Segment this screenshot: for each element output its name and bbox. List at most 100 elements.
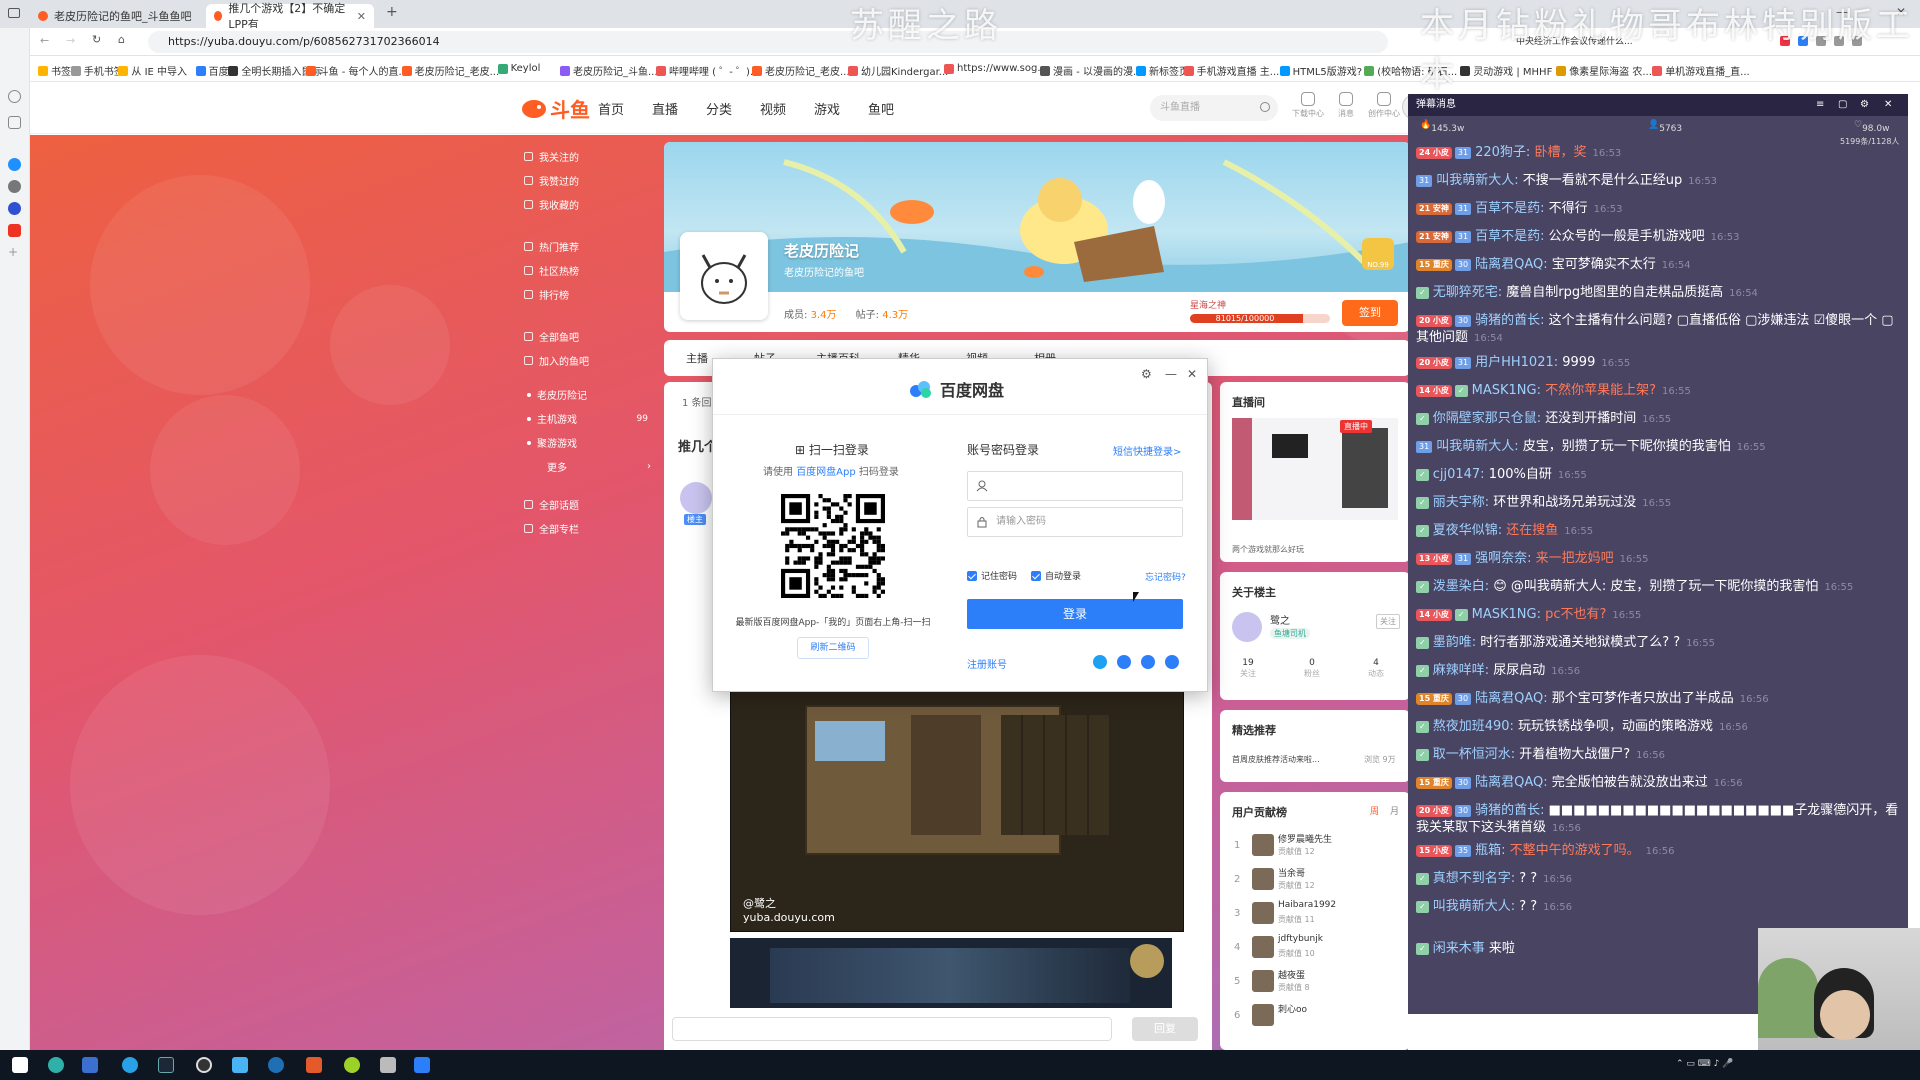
chat-username[interactable]: 闲来木事 — [1433, 941, 1485, 956]
chat-username[interactable]: 泼墨染白: — [1433, 579, 1489, 594]
bookmark-item[interactable]: 单机游戏直播_直... — [1652, 63, 1750, 78]
nav-live[interactable]: 直播 — [652, 99, 678, 118]
chat-username[interactable]: 丽夫宇称: — [1433, 495, 1489, 510]
bookmark-item[interactable]: 像素星际海盗 农... — [1556, 63, 1652, 78]
minimize-window-button[interactable]: — — [1836, 5, 1848, 19]
edge-icon[interactable] — [48, 1057, 64, 1073]
chat-username[interactable]: 百草不是药: — [1475, 229, 1544, 244]
bookmark-item[interactable]: 漫画 - 以漫画的漫... — [1040, 63, 1143, 78]
site-search-input[interactable]: 斗鱼直播 — [1150, 95, 1278, 121]
refresh-qr-button[interactable]: 刷新二维码 — [797, 637, 869, 659]
weibo-login-icon[interactable] — [1117, 655, 1131, 669]
chat-username[interactable]: 你隔壁家那只仓鼠: — [1433, 411, 1541, 426]
nav-sub-laopi[interactable]: 老皮历险记 — [524, 387, 587, 402]
more-login-icon[interactable] — [1165, 655, 1179, 669]
url-input[interactable]: https://yuba.douyu.com/p/608562731702366… — [148, 31, 1388, 53]
bookmark-item[interactable]: 哔哩哔哩 ( ゜- ゜)... — [656, 63, 759, 78]
auto-login-checkbox[interactable]: 自动登录 — [1031, 569, 1081, 582]
creator-center[interactable]: 创作中心 — [1368, 92, 1400, 119]
login-button[interactable]: 登录 — [967, 599, 1183, 629]
contributor-row[interactable]: 6 刺心oo — [1232, 1002, 1402, 1032]
add-icon[interactable]: + — [8, 246, 21, 259]
bookmark-item[interactable]: 老皮历险记_斗鱼... — [560, 63, 658, 78]
contrib-tab-week[interactable]: 周 — [1370, 804, 1379, 817]
bookmark-item[interactable]: (校哈物语: 矿石... — [1364, 63, 1457, 78]
bookmark-item[interactable]: 手机书签 — [70, 63, 124, 78]
nav-all-topics[interactable]: 全部话题 — [524, 497, 579, 512]
baidu-netdisk-taskbar-icon[interactable] — [414, 1057, 430, 1073]
game-screenshot-2[interactable] — [730, 938, 1172, 1008]
bookmark-item[interactable]: https://www.sog... — [944, 63, 1047, 74]
nav-more[interactable]: 更多 › — [547, 459, 651, 474]
minimize-dialog-button[interactable]: — — [1165, 367, 1177, 381]
chat-username[interactable]: 真想不到名字: — [1433, 871, 1515, 886]
bookmark-item[interactable]: 老皮历险记_老皮... — [752, 63, 850, 78]
bookmark-item[interactable]: 手机游戏直播 主... — [1183, 63, 1279, 78]
author-avatar[interactable] — [680, 482, 712, 514]
bookmark-item[interactable]: HTML5版游戏? — [1279, 63, 1362, 78]
bookmark-item[interactable]: 书签 — [38, 63, 71, 78]
app-icon[interactable] — [82, 1057, 98, 1073]
chat-username[interactable]: 陆离君QAQ: — [1475, 775, 1548, 790]
chat-username[interactable]: 叫我萌新大人: — [1436, 173, 1518, 188]
messages[interactable]: 消息 — [1330, 92, 1362, 119]
chat-settings-icon[interactable]: ≡ — [1816, 94, 1824, 116]
steam-icon[interactable] — [158, 1057, 174, 1073]
recommend-item[interactable]: 首周皮肤推荐活动来啦... — [1232, 754, 1320, 765]
nav-ranking[interactable]: 排行榜 — [524, 287, 569, 302]
remember-password-checkbox[interactable]: 记住密码 — [967, 569, 1017, 582]
qq-login-icon[interactable] — [1141, 655, 1155, 669]
owner-avatar[interactable] — [1232, 612, 1262, 642]
nav-followed[interactable]: 我关注的 — [524, 149, 579, 164]
password-field[interactable]: 请输入密码 — [967, 507, 1183, 537]
bookmark-item[interactable]: 百度 — [195, 63, 229, 78]
nav-category[interactable]: 分类 — [706, 99, 732, 118]
chat-username[interactable]: 无聊猝死宅: — [1433, 285, 1502, 300]
chat-username[interactable]: 麻辣咩咩: — [1433, 663, 1489, 678]
bookmark-item[interactable]: 从 IE 中导入 — [118, 63, 187, 78]
register-link[interactable]: 注册账号 — [967, 656, 1007, 671]
app2-icon[interactable] — [268, 1057, 284, 1073]
chat-username[interactable]: 220狗子: — [1475, 145, 1530, 160]
chat-username[interactable]: 骑猪的酋长: — [1475, 803, 1544, 818]
nav-home[interactable]: 首页 — [598, 99, 624, 118]
contributor-row[interactable]: 5 越夜蛋 贡献值 8 — [1232, 968, 1402, 998]
chat-username[interactable]: 百草不是药: — [1475, 201, 1544, 216]
start-icon[interactable] — [12, 1057, 28, 1073]
system-tray[interactable]: ⌃ ▭ ⌨ ♪ 🎤 — [1676, 1059, 1733, 1069]
nav-liked[interactable]: 我赞过的 — [524, 173, 579, 188]
chat-username[interactable]: 陆离君QAQ: — [1475, 691, 1548, 706]
nav-sub-gather[interactable]: 聚游游戏 — [524, 435, 577, 450]
close-window-button[interactable]: ✕ — [1896, 5, 1906, 19]
contrib-tab-month[interactable]: 月 — [1390, 804, 1399, 817]
close-tab-icon[interactable]: ✕ — [357, 10, 366, 23]
nav-favorites[interactable]: 我收藏的 — [524, 197, 579, 212]
chat-username[interactable]: 瓶箱: — [1475, 843, 1505, 858]
app-link[interactable]: 百度网盘App — [796, 467, 856, 478]
nav-yuba[interactable]: 鱼吧 — [868, 99, 894, 118]
home-icon[interactable]: ⌂ — [118, 33, 125, 46]
contributor-row[interactable]: 3 Haibara1992 贡献值 11 — [1232, 900, 1402, 930]
nav-community-hot[interactable]: 社区热榜 — [524, 263, 579, 278]
search-suggestion[interactable]: 中央经济工作会议传递什么... — [1516, 34, 1752, 50]
chat-username[interactable]: MASK1NG: — [1472, 383, 1541, 398]
chat-username[interactable]: cjj0147: — [1433, 467, 1485, 482]
wechat-login-icon[interactable] — [1093, 655, 1107, 669]
app4-icon[interactable] — [344, 1057, 360, 1073]
forward-icon[interactable]: → — [66, 34, 75, 47]
contributor-row[interactable]: 1 修罗晨曦先生 贡献值 12 — [1232, 832, 1402, 862]
search-icon[interactable] — [1260, 102, 1270, 112]
tab-anchor[interactable]: 主播 — [686, 350, 708, 366]
chat-username[interactable]: 熬夜加班490: — [1433, 719, 1514, 734]
app5-icon[interactable] — [380, 1057, 396, 1073]
chat-gear-icon[interactable]: ⚙ — [1860, 94, 1869, 116]
reply-input[interactable] — [672, 1017, 1112, 1041]
live-thumbnail[interactable]: 直播中 — [1232, 418, 1398, 520]
bookmark-item[interactable]: Keylol — [497, 63, 540, 74]
browser-tab-1[interactable]: 老皮历险记的鱼吧_斗鱼鱼吧 — [30, 4, 202, 28]
chat-username[interactable]: 陆离君QAQ: — [1475, 257, 1548, 272]
chat-username[interactable]: MASK1NG: — [1472, 607, 1541, 622]
edit-icon[interactable] — [8, 116, 21, 129]
back-icon[interactable]: ← — [40, 34, 49, 47]
forgot-password-link[interactable]: 忘记密码? — [1145, 570, 1186, 583]
